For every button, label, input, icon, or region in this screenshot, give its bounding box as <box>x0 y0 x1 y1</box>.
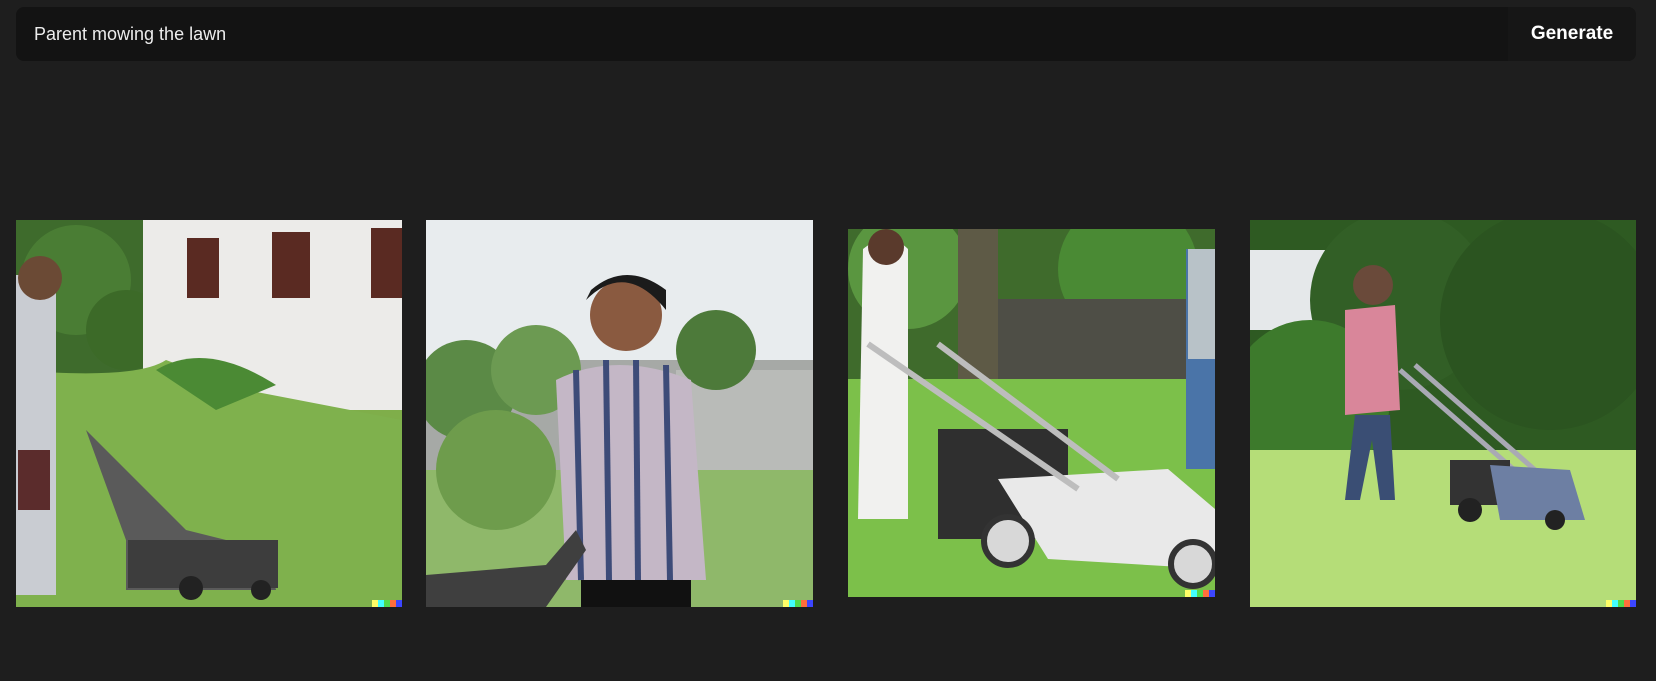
watermark <box>1185 590 1215 597</box>
man-mowing-image <box>16 220 402 607</box>
white-mower-image <box>848 229 1215 597</box>
pink-shirt-mowing-image <box>1250 220 1636 607</box>
watermark <box>372 600 402 607</box>
result-image-4[interactable] <box>1250 220 1636 607</box>
prompt-bar: Parent mowing the lawn Generate <box>16 7 1636 61</box>
watermark <box>783 600 813 607</box>
result-image-2[interactable] <box>426 220 813 607</box>
woman-mowing-image <box>426 220 813 607</box>
generate-button[interactable]: Generate <box>1508 7 1636 61</box>
result-image-3[interactable] <box>848 229 1215 597</box>
result-image-1[interactable] <box>16 220 402 607</box>
prompt-input[interactable]: Parent mowing the lawn <box>34 7 226 61</box>
watermark <box>1606 600 1636 607</box>
